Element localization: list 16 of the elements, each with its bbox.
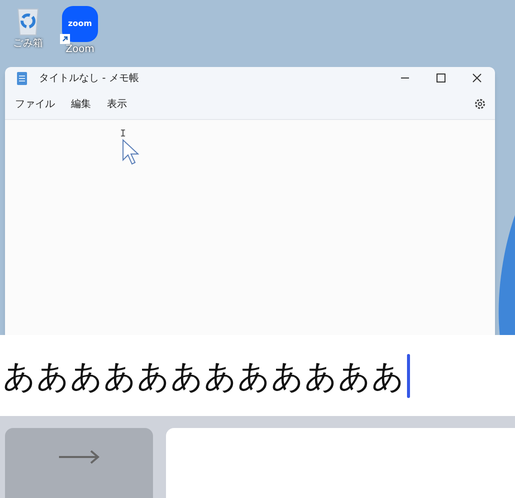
notepad-icon: [17, 72, 27, 84]
menu-item[interactable]: ファイル: [9, 96, 61, 112]
app-logo-text: zoom: [68, 18, 92, 30]
recycle-bin-icon[interactable]: [15, 6, 41, 36]
zoom-app-icon[interactable]: zoom: [62, 6, 98, 42]
mouse-pointer-icon: [120, 129, 140, 165]
maximize-icon[interactable]: [436, 73, 446, 83]
menu-item[interactable]: 編集: [65, 96, 97, 112]
shortcut-arrow-icon: [60, 34, 70, 44]
window-title: タイトルなし - メモ帳: [39, 72, 139, 86]
text-caret: [407, 354, 410, 398]
menu-item[interactable]: 表示: [101, 96, 133, 112]
right-arrow-icon: [58, 450, 100, 464]
close-icon[interactable]: [472, 73, 482, 83]
settings-icon[interactable]: [474, 98, 486, 110]
ime-input-text: ああああああああああああ: [3, 360, 405, 392]
